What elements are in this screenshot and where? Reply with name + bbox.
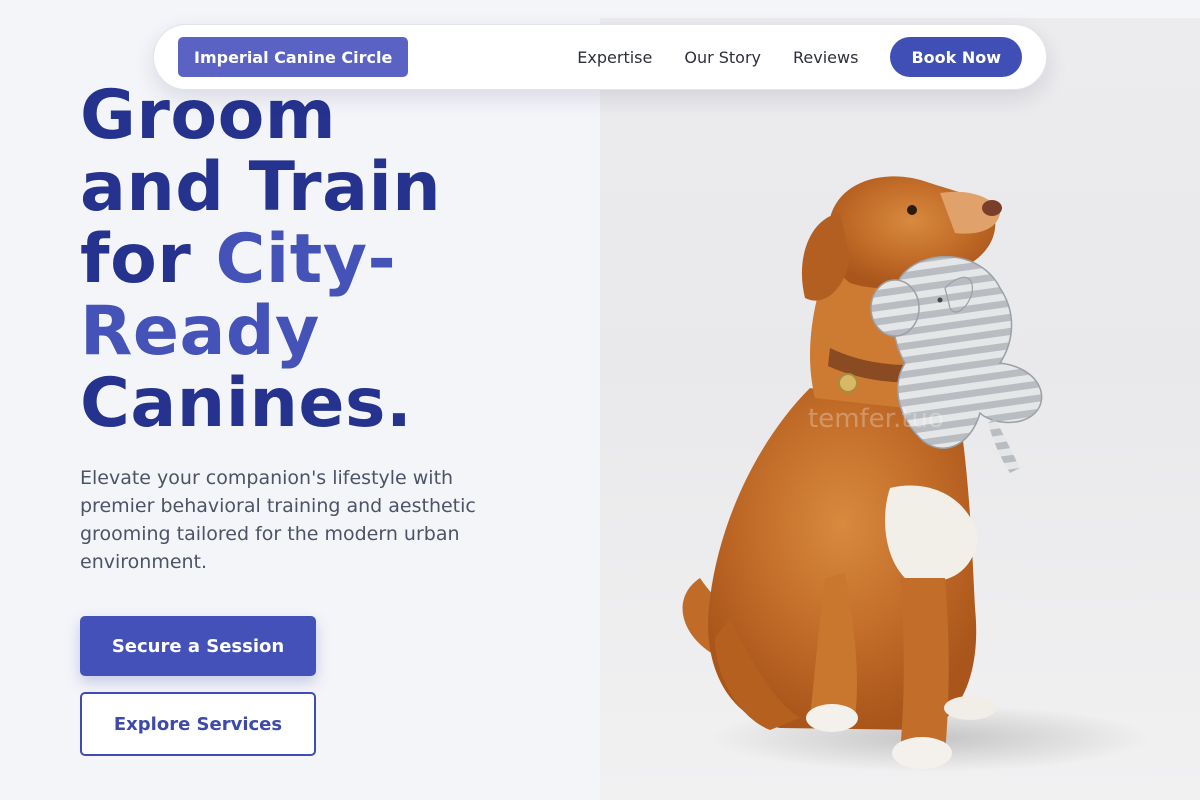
hero-title-line-3-plain: for xyxy=(80,220,216,299)
brand-logo-link[interactable]: Imperial Canine Circle xyxy=(178,37,409,77)
nav-link-our-story[interactable]: Our Story xyxy=(684,48,761,67)
nav-links: Expertise Our Story Reviews xyxy=(577,48,858,67)
hero-title-line-1: Groom xyxy=(80,76,337,155)
image-watermark: temfer.tuo xyxy=(808,404,944,434)
hero-title-accent-1: City- xyxy=(215,220,397,299)
hero-title-line-3: for City- xyxy=(80,224,580,296)
secure-session-button[interactable]: Secure a Session xyxy=(80,616,316,676)
top-navbar: Imperial Canine Circle Expertise Our Sto… xyxy=(153,24,1047,90)
landing-page: temfer.tuo Imperial Canine Circle Expert… xyxy=(0,0,1200,800)
book-now-button[interactable]: Book Now xyxy=(890,37,1022,77)
hero-subtitle: Elevate your companion's lifestyle with … xyxy=(80,467,476,573)
hero-title-line-5: Canines. xyxy=(80,364,413,443)
hero-title: Groom and Train for City- Ready Canines. xyxy=(80,80,580,440)
hero-title-line-2: and Train xyxy=(80,148,442,227)
explore-services-button[interactable]: Explore Services xyxy=(80,692,316,756)
nav-link-expertise[interactable]: Expertise xyxy=(577,48,652,67)
nav-link-reviews[interactable]: Reviews xyxy=(793,48,858,67)
hero-title-accent-2: Ready xyxy=(80,292,320,371)
